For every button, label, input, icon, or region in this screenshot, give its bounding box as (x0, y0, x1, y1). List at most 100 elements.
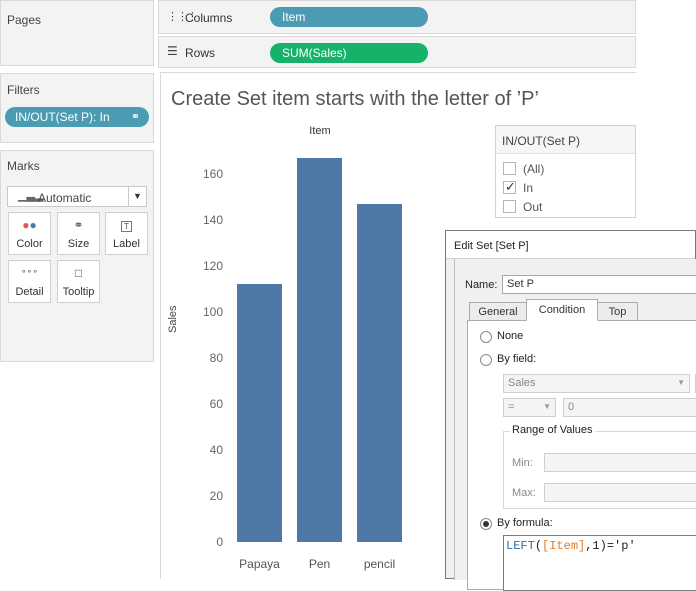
chart-title: Item (309, 125, 331, 137)
x-tick-label: Papaya (239, 557, 280, 571)
out-checkbox[interactable] (503, 200, 516, 213)
in-checkbox[interactable]: ✓ (503, 179, 516, 194)
min-label: Min: (512, 457, 533, 469)
all-checkbox[interactable] (503, 162, 516, 175)
label-card[interactable]: T Label (105, 212, 148, 255)
detail-card[interactable]: ∘∘∘ Detail (8, 260, 51, 303)
mark-type-value: Automatic (38, 191, 92, 205)
x-tick-label: pencil (363, 557, 396, 571)
name-input[interactable]: Set P (502, 275, 696, 294)
rows-icon: ☰ (167, 44, 178, 58)
y-tick-label: 140 (202, 212, 223, 227)
color-card-label: Color (16, 238, 43, 250)
tab-general[interactable]: General (469, 302, 527, 321)
formula-field: [Item] (542, 539, 586, 553)
tab-condition[interactable]: Condition (526, 299, 598, 321)
detail-icon: ∘∘∘ (21, 266, 38, 276)
mark-type-dropdown[interactable]: ▁▃▂ Automatic ▼ (7, 186, 147, 207)
size-icon: ⚭ (73, 218, 84, 232)
bar-pen[interactable] (297, 157, 342, 542)
y-tick-label: 80 (209, 350, 223, 365)
by-field-label: By field: (497, 353, 537, 365)
y-tick-label: 20 (209, 488, 223, 503)
none-label: None (497, 330, 524, 342)
in-option-label: In (523, 181, 534, 195)
bar-papaya[interactable] (237, 284, 282, 542)
y-tick-label: 40 (209, 442, 223, 457)
filter-option[interactable]: Out (503, 199, 633, 215)
size-card-label: Size (67, 238, 90, 250)
filter-pill-label: IN/OUT(Set P): In (15, 110, 110, 124)
sum-sales-pill[interactable]: SUM(Sales) (270, 43, 428, 63)
plot-area: 0 20 40 60 80 100 120 140 160 Papaya Pen pencil (160, 140, 450, 579)
x-tick-label: Pen (308, 557, 331, 571)
dialog-title-bar[interactable]: Edit Set [Set P] (446, 231, 695, 259)
y-tick-label: 160 (202, 166, 223, 181)
set-icon: ⚭ (130, 111, 140, 123)
color-card[interactable]: ●● Color (8, 212, 51, 255)
y-tick-label: 60 (209, 396, 223, 411)
value-text: 0 (568, 401, 575, 413)
checkmark-icon: ✓ (505, 179, 516, 194)
tooltip-card[interactable]: □ Tooltip (57, 260, 100, 303)
max-input[interactable] (544, 483, 696, 502)
range-title: Range of Values (510, 424, 595, 436)
pages-title: Pages (7, 13, 42, 27)
by-formula-radio[interactable] (480, 518, 492, 530)
sum-sales-pill-label: SUM(Sales) (282, 46, 347, 60)
y-tick-label: 100 (202, 304, 223, 319)
filter-option[interactable]: ✓ In (503, 179, 633, 196)
range-group: Range of Values Min: Max: (503, 424, 696, 509)
tooltip-card-label: Tooltip (62, 286, 95, 298)
detail-card-label: Detail (15, 286, 44, 298)
formula-function: LEFT (506, 539, 535, 553)
operator-select[interactable]: = ▼ (503, 398, 556, 417)
item-pill-label: Item (282, 10, 306, 24)
view-title: Create Set item starts with the letter o… (171, 88, 539, 110)
by-field-radio[interactable] (480, 354, 492, 366)
dialog-title: Edit Set [Set P] (454, 240, 529, 252)
marks-pane[interactable]: Marks ▁▃▂ Automatic ▼ ●● Color ⚭ Size T … (0, 150, 154, 362)
formula-paren: ( (534, 539, 543, 553)
marks-title: Marks (7, 159, 40, 173)
dialog-body: Name: Set P General Condition Top None B… (454, 259, 696, 591)
filter-card: IN/OUT(Set P) (All) ✓ In Out (495, 125, 636, 218)
filter-pill[interactable]: IN/OUT(Set P): In ⚭ (5, 107, 149, 127)
none-radio[interactable] (480, 331, 492, 343)
filter-card-title: IN/OUT(Set P) (496, 126, 635, 154)
out-option-label: Out (523, 200, 543, 214)
filters-title: Filters (7, 83, 40, 97)
chevron-down-icon: ▼ (677, 378, 685, 387)
field-select-value: Sales (508, 377, 536, 389)
max-label: Max: (512, 487, 536, 499)
min-input[interactable] (544, 453, 696, 472)
filters-pane[interactable]: Filters IN/OUT(Set P): In ⚭ (0, 73, 154, 143)
columns-shelf[interactable]: ⋮⋮⋮ Columns Item (158, 0, 636, 34)
color-icon: ●● (22, 218, 37, 232)
bar-pencil[interactable] (357, 203, 402, 542)
tab-top[interactable]: Top (597, 302, 638, 321)
tooltip-icon: □ (74, 266, 83, 280)
field-select[interactable]: Sales ▼ (503, 374, 690, 393)
chevron-down-icon: ▼ (543, 402, 551, 411)
all-option-label: (All) (523, 162, 545, 176)
formula-editor[interactable]: LEFT([Item],1)='p' (503, 535, 696, 591)
by-formula-label: By formula: (497, 517, 553, 529)
pages-pane[interactable]: Pages (0, 0, 154, 66)
edit-set-dialog[interactable]: Edit Set [Set P] Name: Set P General Con… (445, 230, 696, 591)
rows-label: Rows (185, 46, 216, 60)
filter-option[interactable]: (All) (503, 161, 633, 177)
formula-rest: ,1)='p' (585, 539, 636, 553)
columns-label: Columns (185, 11, 233, 25)
y-tick-label: 0 (216, 535, 223, 549)
operator-value: = (508, 401, 515, 413)
item-pill[interactable]: Item (270, 7, 428, 27)
chevron-down-icon: ▼ (128, 187, 146, 206)
label-icon: T (106, 218, 147, 234)
tab-panel: None By field: Sales ▼ = ▼ 0 Range of Va… (467, 320, 696, 591)
rows-shelf[interactable]: ☰ Rows SUM(Sales) (158, 36, 636, 68)
size-card[interactable]: ⚭ Size (57, 212, 100, 255)
y-tick-label: 120 (202, 258, 223, 273)
name-label: Name: (465, 279, 498, 291)
value-input[interactable]: 0 (563, 398, 696, 417)
